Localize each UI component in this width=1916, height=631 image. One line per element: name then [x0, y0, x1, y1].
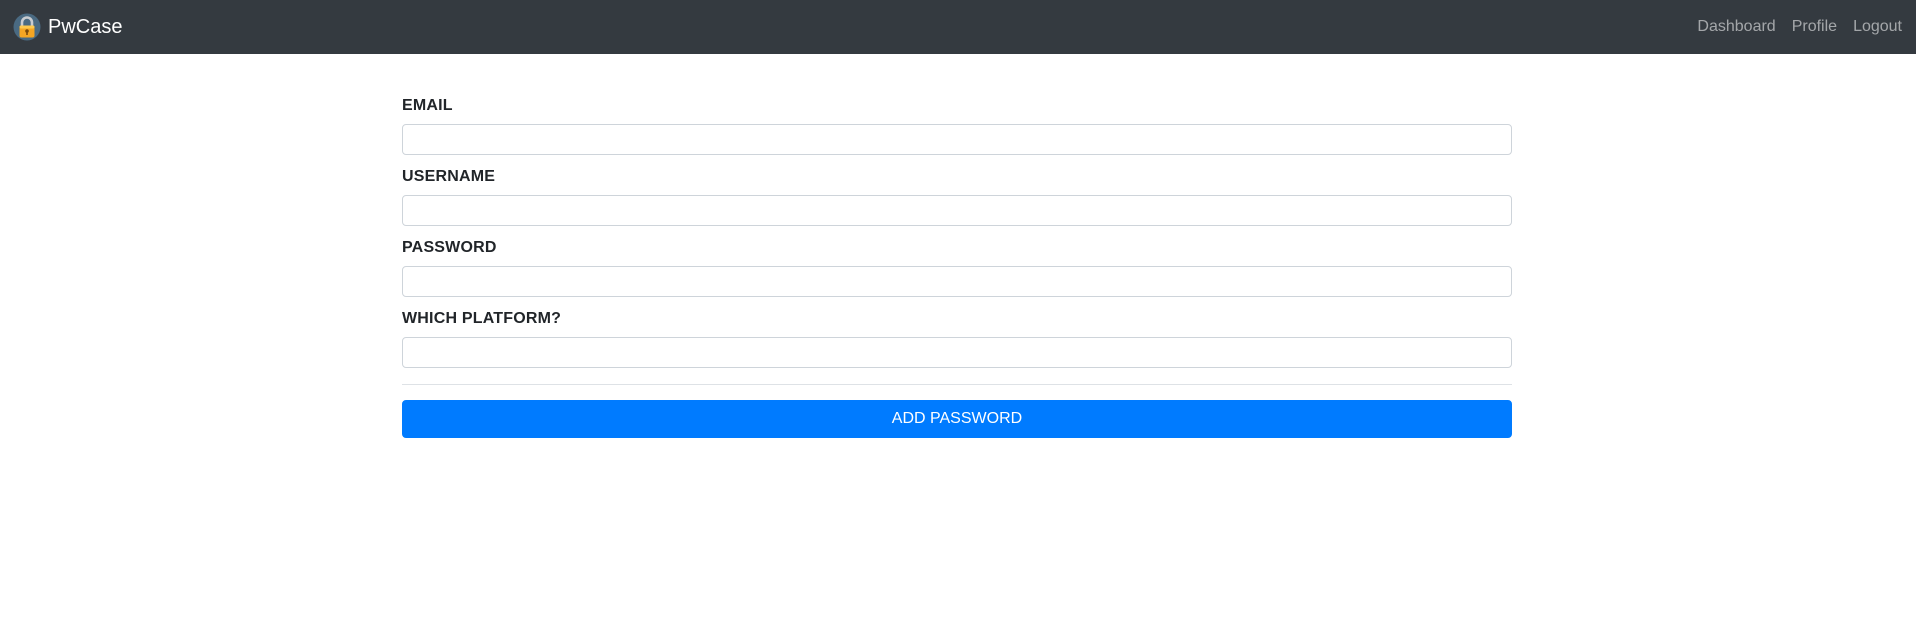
platform-field[interactable]	[402, 337, 1512, 368]
nav-logout-link[interactable]: Logout	[1853, 18, 1902, 36]
platform-label: WHICH PLATFORM?	[402, 310, 562, 327]
password-field[interactable]	[402, 266, 1512, 297]
nav-links: Dashboard Profile Logout	[1697, 18, 1902, 36]
brand-name: PwCase	[48, 16, 123, 38]
add-password-form: EMAIL USERNAME PASSWORD WHICH PLATFORM? …	[402, 96, 1512, 438]
email-label: EMAIL	[402, 97, 453, 114]
email-field[interactable]	[402, 124, 1512, 155]
password-label: PASSWORD	[402, 239, 497, 256]
brand-link[interactable]: PwCase	[13, 13, 122, 41]
nav-dashboard-link[interactable]: Dashboard	[1697, 18, 1775, 36]
username-label: USERNAME	[402, 168, 496, 185]
username-field[interactable]	[402, 195, 1512, 226]
top-navbar: PwCase Dashboard Profile Logout	[0, 0, 1916, 54]
padlock-icon	[13, 13, 41, 41]
add-password-button[interactable]: ADD PASSWORD	[402, 400, 1512, 438]
form-divider	[402, 384, 1512, 385]
nav-profile-link[interactable]: Profile	[1792, 18, 1837, 36]
